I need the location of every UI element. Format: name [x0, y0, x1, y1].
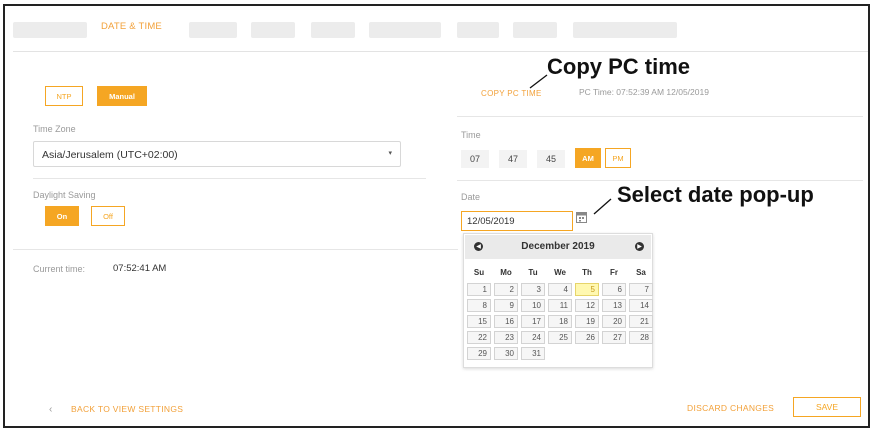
- tab-placeholder-2[interactable]: [189, 22, 237, 38]
- timezone-value: Asia/Jerusalem (UTC+02:00): [42, 149, 178, 161]
- calendar-day[interactable]: 8: [467, 299, 491, 312]
- calendar-day[interactable]: 15: [467, 315, 491, 328]
- tab-placeholder-7[interactable]: [513, 22, 557, 38]
- calendar-day[interactable]: 24: [521, 331, 545, 344]
- weekday-header: Fr: [610, 268, 618, 277]
- timezone-label: Time Zone: [33, 124, 76, 134]
- timezone-select[interactable]: Asia/Jerusalem (UTC+02:00) ▾: [33, 141, 401, 167]
- weekday-header: Th: [582, 268, 592, 277]
- annotation-copy-pc-time: Copy PC time: [547, 54, 691, 79]
- calendar-day[interactable]: 21: [629, 315, 653, 328]
- calendar-day[interactable]: 5: [575, 283, 599, 296]
- date-picker-popup: ◀ December 2019 ▶ Su Mo Tu We Th Fr Sa 1 2 3 4 5 6 7 8…: [463, 233, 653, 368]
- calendar-day[interactable]: 13: [602, 299, 626, 312]
- am-button[interactable]: AM: [575, 148, 601, 168]
- daylight-on-button[interactable]: On: [45, 206, 79, 226]
- calendar-day[interactable]: 16: [494, 315, 518, 328]
- calendar-day[interactable]: 25: [548, 331, 572, 344]
- date-label: Date: [461, 192, 481, 202]
- pm-button[interactable]: PM: [605, 148, 631, 168]
- calendar-day[interactable]: 29: [467, 347, 491, 360]
- divider: [457, 116, 863, 117]
- calendar-day[interactable]: 7: [629, 283, 653, 296]
- date-picker-header: ◀ December 2019 ▶: [465, 235, 651, 259]
- manual-button[interactable]: Manual: [97, 86, 147, 106]
- calendar-icon[interactable]: [576, 211, 587, 223]
- calendar-day[interactable]: 1: [467, 283, 491, 296]
- tab-date-time[interactable]: DATE & TIME: [101, 21, 162, 32]
- chevron-down-icon: ▾: [388, 150, 392, 157]
- calendar-day[interactable]: 31: [521, 347, 545, 360]
- annotation-arrow-icon: [529, 74, 548, 89]
- month-title: December 2019: [521, 241, 595, 252]
- current-time-label: Current time:: [33, 264, 86, 274]
- save-button[interactable]: SAVE: [793, 397, 861, 417]
- calendar-day[interactable]: 12: [575, 299, 599, 312]
- tab-placeholder-1[interactable]: [13, 22, 87, 38]
- current-time-value: 07:52:41 AM: [113, 263, 167, 274]
- calendar-day[interactable]: 9: [494, 299, 518, 312]
- ntp-button[interactable]: NTP: [45, 86, 83, 106]
- calendar-day[interactable]: 14: [629, 299, 653, 312]
- chevron-left-icon[interactable]: ‹: [49, 404, 52, 415]
- daylight-label: Daylight Saving: [33, 190, 96, 200]
- date-input[interactable]: 12/05/2019: [461, 211, 573, 231]
- calendar-day[interactable]: 27: [602, 331, 626, 344]
- calendar-day[interactable]: 18: [548, 315, 572, 328]
- weekday-header: Sa: [636, 268, 646, 277]
- calendar-day[interactable]: 17: [521, 315, 545, 328]
- calendar-day[interactable]: 23: [494, 331, 518, 344]
- calendar-day[interactable]: 28: [629, 331, 653, 344]
- time-label: Time: [461, 130, 481, 140]
- tab-placeholder-3[interactable]: [251, 22, 295, 38]
- calendar-day[interactable]: 4: [548, 283, 572, 296]
- calendar-day[interactable]: 2: [494, 283, 518, 296]
- divider: [457, 180, 863, 181]
- calendar-day[interactable]: 11: [548, 299, 572, 312]
- copy-pc-time-link[interactable]: COPY PC TIME: [481, 89, 542, 98]
- calendar-day[interactable]: 22: [467, 331, 491, 344]
- hour-field[interactable]: 07: [461, 150, 489, 168]
- annotation-arrow-icon: [593, 198, 612, 215]
- pc-time-text: PC Time: 07:52:39 AM 12/05/2019: [579, 87, 709, 97]
- calendar-day[interactable]: 10: [521, 299, 545, 312]
- calendar-day[interactable]: 19: [575, 315, 599, 328]
- back-to-view-settings-link[interactable]: BACK TO VIEW SETTINGS: [71, 404, 183, 414]
- tab-placeholder-5[interactable]: [369, 22, 441, 38]
- divider: [13, 249, 458, 250]
- next-month-icon[interactable]: ▶: [635, 242, 644, 251]
- divider: [33, 178, 426, 179]
- calendar-day[interactable]: 6: [602, 283, 626, 296]
- weekday-header: We: [554, 268, 566, 277]
- calendar-day[interactable]: 26: [575, 331, 599, 344]
- tab-placeholder-6[interactable]: [457, 22, 499, 38]
- daylight-off-button[interactable]: Off: [91, 206, 125, 226]
- weekday-header: Su: [473, 268, 485, 277]
- calendar-day[interactable]: 30: [494, 347, 518, 360]
- annotation-select-date: Select date pop-up: [617, 182, 814, 207]
- tab-placeholder-4[interactable]: [311, 22, 355, 38]
- tab-bar: DATE & TIME: [13, 16, 868, 52]
- minute-field[interactable]: 47: [499, 150, 527, 168]
- calendar-day[interactable]: 3: [521, 283, 545, 296]
- weekday-header: Mo: [500, 268, 512, 277]
- tab-placeholder-8[interactable]: [573, 22, 677, 38]
- discard-changes-link[interactable]: DISCARD CHANGES: [687, 403, 774, 413]
- weekday-header: Tu: [528, 268, 538, 277]
- calendar-day[interactable]: 20: [602, 315, 626, 328]
- second-field[interactable]: 45: [537, 150, 565, 168]
- settings-panel: DATE & TIME NTP Manual Time Zone Asia/Je…: [3, 4, 870, 428]
